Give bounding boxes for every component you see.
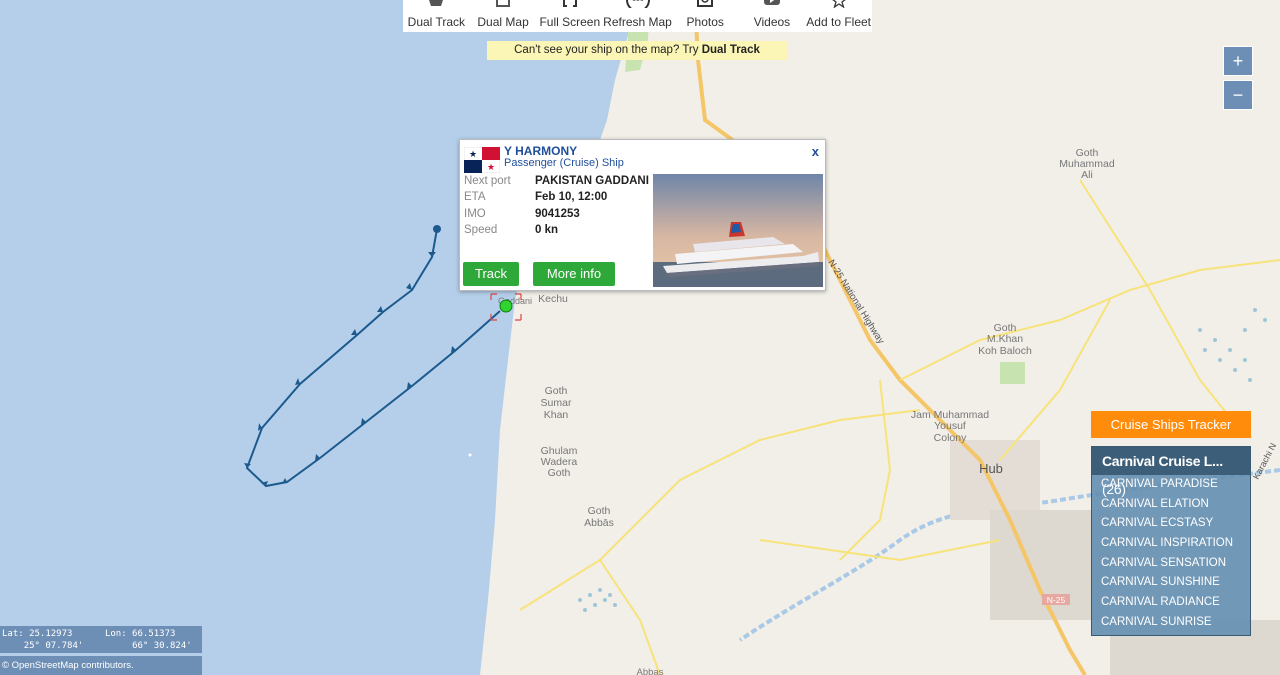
cruise-ship-item[interactable]: CARNIVAL SENSATION	[1092, 554, 1250, 574]
map-label-abbas: Abbās	[584, 517, 614, 529]
dual-map-icon	[496, 0, 511, 7]
videos-button[interactable]: Videos	[739, 0, 806, 32]
field-value: 0 kn	[535, 224, 559, 236]
more-info-button[interactable]: More info	[533, 262, 615, 286]
refresh-icon: 600	[625, 0, 650, 8]
longitude-decimal: Lon: 66.51373	[104, 629, 176, 639]
ship-info-popup: ★ ★ Y HARMONY Passenger (Cruise) Ship x …	[459, 139, 826, 291]
cursor-coordinates: Lat: 25.12973 Lon: 66.51373 25° 07.784' …	[0, 626, 202, 653]
ship-photo[interactable]	[653, 174, 823, 287]
map-dot	[468, 453, 472, 457]
cruise-ship-item[interactable]: CARNIVAL RADIANCE	[1092, 593, 1250, 613]
cruise-ship-item[interactable]: CARNIVAL INSPIRATION	[1092, 534, 1250, 554]
map-label-hub: Hub	[979, 461, 1003, 476]
map-label-khan: Khan	[544, 409, 569, 421]
video-icon	[763, 0, 780, 5]
map-label-mkhan: M.Khan	[987, 333, 1023, 345]
cruise-tracker-panel: Carnival Cruise L... (26) CARNIVAL PARAD…	[1091, 446, 1251, 636]
field-label: Next port	[464, 175, 511, 187]
map-label-goth: Goth	[545, 385, 568, 397]
cruise-ship-item[interactable]: CARNIVAL PARADISE	[1092, 475, 1250, 495]
cruise-ship-item[interactable]: CARNIVAL SUNSHINE	[1092, 573, 1250, 593]
zoom-in-button[interactable]: +	[1223, 46, 1253, 76]
dual-track-button[interactable]: Dual Track	[403, 0, 470, 32]
latitude-dms: 25° 07.784'	[23, 641, 84, 651]
map-label-goth: Goth	[588, 505, 611, 517]
cruise-ship-item[interactable]: CARNIVAL ECSTASY	[1092, 514, 1250, 534]
star-icon	[831, 0, 846, 8]
urban-area	[950, 440, 1040, 520]
videos-label: Videos	[753, 15, 791, 29]
full-screen-button[interactable]: Full Screen	[536, 0, 603, 32]
photos-button[interactable]: Photos	[672, 0, 739, 32]
camera-icon	[697, 0, 714, 7]
cruise-line-header[interactable]: Carnival Cruise L... (26)	[1092, 447, 1250, 497]
close-icon[interactable]: x	[812, 144, 819, 159]
cruise-ships-tracker-button[interactable]: Cruise Ships Tracker	[1091, 411, 1251, 438]
add-to-fleet-label: Add to Fleet	[806, 15, 872, 29]
field-value: 9041253	[535, 208, 580, 220]
fullscreen-icon	[562, 0, 577, 7]
map-label-yousuf: Yousuf	[934, 420, 966, 432]
svg-text:★: ★	[469, 149, 477, 159]
latitude-decimal: Lat: 25.12973	[2, 629, 73, 639]
map-label-koh-baloch: Koh Baloch	[978, 345, 1032, 357]
field-value: PAKISTAN GADDANI	[535, 175, 649, 187]
field-imo: IMO 9041253	[464, 208, 580, 220]
svg-text:★: ★	[487, 162, 495, 172]
map-label-kechu: Kechu	[538, 293, 568, 305]
cruise-ship-item[interactable]: CARNIVAL ELATION	[1092, 495, 1250, 515]
refresh-map-label: Refresh Map	[603, 15, 672, 29]
field-value: Feb 10, 12:00	[535, 191, 608, 203]
field-next-port: Next port PAKISTAN GADDANI	[464, 175, 649, 187]
refresh-map-button[interactable]: 600 Refresh Map	[603, 0, 672, 32]
dual-map-button[interactable]: Dual Map	[470, 0, 537, 32]
dual-track-label: Dual Track	[407, 15, 466, 29]
svg-text:N-25: N-25	[1047, 595, 1066, 605]
dual-track-notice: Can't see your ship on the map? Try Dual…	[487, 41, 787, 60]
highway-shield: N-25	[1042, 594, 1070, 605]
map-label-abbas-bottom: Abbas	[637, 667, 664, 675]
field-eta: ETA Feb 10, 12:00	[464, 191, 607, 203]
map-label-goth: Goth	[548, 467, 571, 479]
dual-map-label: Dual Map	[477, 15, 529, 29]
park-area	[1000, 362, 1025, 384]
map-label-colony: Colony	[934, 432, 967, 444]
field-speed: Speed 0 kn	[464, 224, 558, 236]
field-label: ETA	[464, 191, 486, 203]
map-attribution[interactable]: © OpenStreetMap contributors.	[0, 656, 202, 675]
notice-dual-track-link[interactable]: Dual Track	[702, 44, 760, 56]
ship-type: Passenger (Cruise) Ship	[504, 157, 624, 169]
zoom-control: + −	[1223, 46, 1253, 114]
map-toolbar: Dual Track Dual Map Full Screen 600 Refr…	[403, 0, 872, 32]
map-label-ali: Ali	[1081, 169, 1093, 181]
full-screen-label: Full Screen	[539, 15, 601, 29]
field-label: IMO	[464, 208, 486, 220]
cruise-line-name: Carnival Cruise L...	[1102, 453, 1223, 469]
ship-icon	[429, 0, 444, 6]
ship-name[interactable]: Y HARMONY	[504, 144, 577, 158]
field-label: Speed	[464, 224, 498, 236]
map-label-sumar: Sumar	[541, 397, 572, 409]
longitude-dms: 66° 30.824'	[132, 641, 192, 651]
panama-flag-icon: ★ ★	[464, 147, 500, 173]
zoom-out-button[interactable]: −	[1223, 80, 1253, 110]
add-to-fleet-button[interactable]: Add to Fleet	[805, 0, 872, 32]
cruise-ship-item[interactable]: CARNIVAL SUNRISE	[1092, 613, 1250, 633]
notice-text: Can't see your ship on the map? Try	[514, 44, 702, 56]
svg-text:600: 600	[632, 0, 644, 3]
map-canvas[interactable]: Kechu Gaddani Goth Muhammad Ali Goth M.K…	[0, 0, 1280, 675]
track-button[interactable]: Track	[463, 262, 519, 286]
photos-label: Photos	[686, 15, 724, 29]
